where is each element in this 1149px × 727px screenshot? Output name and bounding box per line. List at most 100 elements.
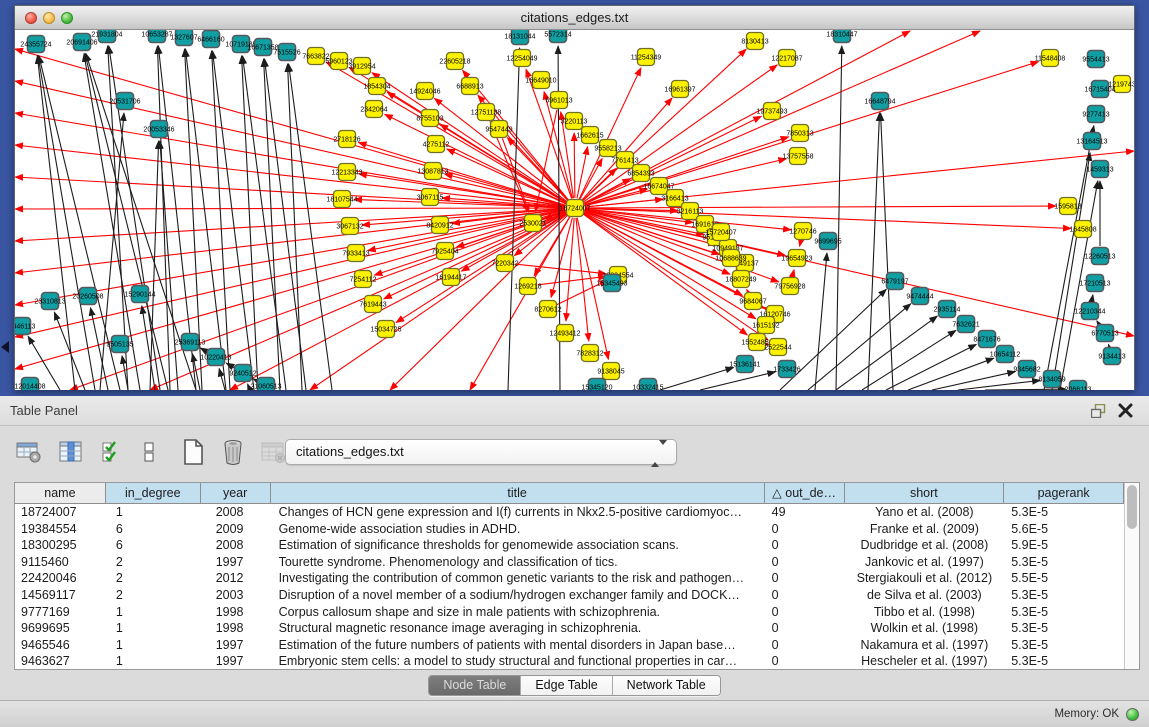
table-row[interactable]: 969969511998Structural magnetic resonanc… (15, 620, 1124, 637)
graph-node[interactable]: 11254349 (631, 49, 662, 66)
table-row[interactable]: 1456911722003Disruption of a novel membe… (15, 587, 1124, 604)
graph-node[interactable]: 2718126 (333, 131, 360, 148)
table-row[interactable]: 946554611997Estimation of the future num… (15, 637, 1124, 654)
graph-node[interactable]: 12014408 (15, 378, 46, 391)
graph-node[interactable]: 13757558 (782, 148, 813, 165)
column-header-in_degree[interactable]: in_degree (106, 483, 201, 504)
graph-node[interactable]: 4275112 (423, 136, 450, 153)
column-header-out_degree[interactable]: △ out_de… (765, 483, 845, 504)
new-table-button[interactable] (178, 437, 208, 467)
graph-node[interactable]: 9345682 (1013, 361, 1040, 378)
graph-node[interactable]: 9277413 (1082, 106, 1109, 123)
graph-node[interactable]: 16961397 (664, 81, 695, 98)
graph-node[interactable]: 7632621 (952, 316, 979, 333)
scrollbar-thumb[interactable] (1127, 485, 1137, 529)
graph-node[interactable]: 12213343 (331, 164, 362, 181)
network-window-titlebar[interactable]: citations_edges.txt (15, 6, 1134, 30)
graph-node[interactable]: 9134413 (1098, 348, 1125, 365)
graph-node[interactable]: 6466160 (197, 31, 224, 48)
graph-node[interactable]: 23310813 (34, 293, 65, 310)
row-height-button[interactable] (134, 437, 164, 467)
graph-node[interactable]: 9547449 (485, 121, 512, 138)
graph-node[interactable]: 8471676 (973, 331, 1000, 348)
graph-node[interactable]: 11548408 (1035, 50, 1066, 67)
tab-network-table[interactable]: Network Table (613, 676, 720, 695)
graph-node[interactable]: 12254049 (506, 50, 537, 67)
table-row[interactable]: 977716911998Corpus callosum shape and si… (15, 604, 1124, 621)
graph-node[interactable]: 15136141 (729, 356, 760, 373)
graph-node[interactable]: 13164513 (1076, 133, 1107, 150)
graph-node[interactable]: 7925404 (431, 243, 458, 260)
table-settings-button[interactable] (14, 437, 44, 467)
graph-node[interactable]: 1269218 (514, 278, 541, 295)
graph-node[interactable]: 18310447 (826, 30, 857, 43)
graph-node[interactable]: 2935114 (934, 301, 961, 318)
table-row[interactable]: 1938455462009Genome-wide association stu… (15, 521, 1124, 538)
float-panel-icon[interactable] (1091, 404, 1107, 418)
table-row[interactable]: 1830029562008Estimation of significance … (15, 537, 1124, 554)
table-selector-dropdown[interactable]: citations_edges.txt (285, 439, 677, 465)
tab-node-table[interactable]: Node Table (429, 676, 521, 695)
graph-node[interactable]: 12217087 (771, 50, 802, 67)
left-panel-collapse-arrow-icon[interactable] (1, 341, 9, 353)
graph-node[interactable]: 7220342 (491, 255, 518, 272)
close-panel-icon[interactable] (1118, 403, 1133, 418)
network-canvas[interactable]: 1872400739129541854304234206427181261221… (15, 30, 1134, 390)
graph-node[interactable]: 3067132 (336, 218, 363, 235)
table-row[interactable]: 1872400712008Changes of HCN gene express… (15, 504, 1124, 521)
graph-node[interactable]: 15345120 (581, 379, 612, 391)
graph-node[interactable]: 9474444 (906, 288, 933, 305)
graph-node[interactable]: 10653287 (141, 30, 172, 43)
graph-node[interactable]: 8134059 (1038, 371, 1065, 388)
graph-node[interactable]: 9138045 (597, 363, 624, 380)
graph-node[interactable]: 9554413 (1082, 51, 1109, 68)
vertical-scrollbar[interactable] (1124, 483, 1139, 669)
graph-node[interactable]: 20053346 (143, 121, 174, 138)
graph-node[interactable]: 8130413 (741, 33, 768, 50)
graph-node[interactable]: 18807249 (725, 271, 756, 288)
table-row[interactable]: 911546021997Tourette syndrome. Phenomeno… (15, 554, 1124, 571)
graph-node[interactable]: 7254112 (350, 271, 377, 288)
graph-node[interactable]: 18131044 (504, 30, 535, 45)
graph-node[interactable]: 15290144 (124, 286, 155, 303)
graph-node[interactable]: 19654923 (781, 250, 812, 267)
graph-node[interactable]: 17210513 (1079, 275, 1110, 292)
graph-node[interactable]: 6479197 (881, 273, 908, 290)
graph-node[interactable]: 10332415 (632, 379, 663, 391)
memory-status-indicator[interactable] (1126, 708, 1139, 721)
graph-node[interactable]: 5572314 (544, 30, 571, 43)
select-columns-button[interactable] (56, 437, 86, 467)
table-row[interactable]: 946362711997Embryonic stem cells: a mode… (15, 653, 1124, 669)
column-header-name[interactable]: name (15, 483, 106, 504)
graph-node[interactable]: 79756928 (774, 278, 805, 295)
graph-node[interactable]: 20531706 (109, 93, 140, 110)
graph-node[interactable]: 9699695 (814, 233, 841, 250)
graph-node[interactable]: 1270746 (789, 223, 816, 240)
graph-node[interactable]: 1327607 (170, 30, 197, 46)
graph-node[interactable]: 10654112 (990, 346, 1021, 363)
graph-node[interactable]: 7850313 (786, 125, 813, 142)
graph-node[interactable]: 7828312 (576, 345, 603, 362)
graph-node[interactable]: 12260513 (1084, 248, 1115, 265)
table-row[interactable]: 2242004622012Investigating the contribut… (15, 570, 1124, 587)
tab-edge-table[interactable]: Edge Table (521, 676, 612, 695)
column-header-short[interactable]: short (845, 483, 1005, 504)
graph-node[interactable]: 18107544 (326, 191, 357, 208)
delete-entries-button[interactable] (218, 437, 248, 467)
graph-node[interactable]: 16649010 (525, 72, 556, 89)
graph-node[interactable]: 15034725 (370, 321, 401, 338)
column-header-title[interactable]: title (271, 483, 765, 504)
graph-node[interactable]: 8270612 (534, 301, 561, 318)
graph-node[interactable]: 12493412 (549, 325, 580, 342)
graph-node[interactable]: 1854304 (363, 78, 390, 95)
graph-node[interactable]: 16648794 (864, 93, 895, 110)
column-header-pagerank[interactable]: pagerank (1004, 483, 1124, 504)
graph-node[interactable]: 6961013 (545, 92, 572, 109)
graph-node[interactable]: 2342064 (360, 101, 387, 118)
row-selection-button[interactable] (98, 437, 128, 467)
graph-node[interactable]: 14924046 (409, 83, 440, 100)
column-header-year[interactable]: year (201, 483, 271, 504)
graph-node[interactable]: 12210344 (1074, 303, 1105, 320)
graph-node[interactable]: 24355724 (20, 36, 51, 53)
graph-node[interactable]: 22605218 (439, 53, 470, 70)
